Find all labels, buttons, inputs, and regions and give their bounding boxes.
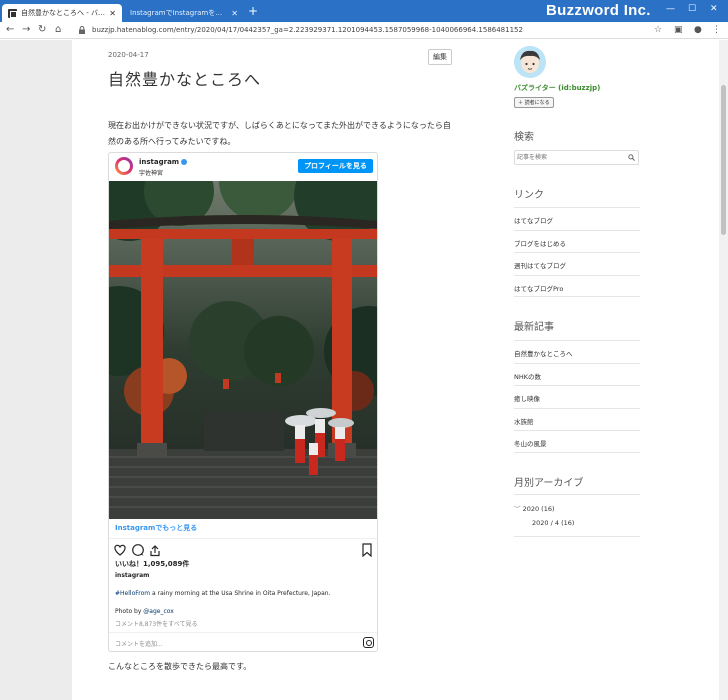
- extension-icon[interactable]: ▣: [674, 23, 683, 37]
- address-toolbar: ← → ↻ ⌂ buzzjp.hatenablog.com/entry/2020…: [0, 22, 728, 39]
- archive-list: ﹀ 2020 (16) 2020 / 4 (16): [514, 494, 640, 537]
- chevron-down-icon[interactable]: ﹀: [514, 505, 521, 513]
- scrollbar-thumb[interactable]: [721, 85, 726, 235]
- post-outro: こんなところを散歩できたら最高です。: [108, 662, 252, 671]
- page-background: 2020-04-17 編集 自然豊かなところへ 現在お出かけができない状況ですが…: [0, 40, 728, 700]
- recent-post-item[interactable]: NHKの数: [514, 362, 640, 386]
- home-icon[interactable]: ⌂: [55, 23, 61, 37]
- post-title[interactable]: 自然豊かなところへ: [108, 66, 261, 90]
- links-list: はてなブログ ブログをはじめる 週刊はてなブログ はてなブログPro: [514, 207, 640, 297]
- recent-post-item[interactable]: 水族館: [514, 407, 640, 431]
- hashtag-link[interactable]: #HelloFrom: [115, 590, 150, 597]
- verified-badge-icon: [181, 159, 188, 165]
- author-name[interactable]: バズライター (id:buzzjp): [514, 83, 600, 93]
- search-heading: 検索: [514, 132, 534, 143]
- instagram-avatar[interactable]: [115, 157, 133, 175]
- like-heart-icon[interactable]: [114, 544, 126, 556]
- post-intro: 現在お出かけができない状況ですが、しばらくあとになってまた外出ができるようになっ…: [108, 121, 451, 146]
- author-avatar[interactable]: [514, 46, 546, 78]
- recent-posts-list: 自然豊かなところへ NHKの数 癒し映像 水族館 冬山の風景: [514, 340, 640, 453]
- photographer-link[interactable]: @age_cox: [143, 608, 174, 615]
- instagram-logo-icon[interactable]: [363, 637, 374, 648]
- archive-heading: 月別アーカイブ: [514, 478, 584, 489]
- instagram-caption: #HelloFrom a rainy morning at the Usa Sh…: [115, 590, 330, 597]
- archive-year-label: 2020 (16): [522, 505, 555, 513]
- forward-icon[interactable]: →: [22, 23, 30, 37]
- instagram-account-name[interactable]: instagram: [139, 158, 188, 166]
- photo-credit-label: Photo by: [115, 608, 144, 615]
- link-item[interactable]: はてなブログ: [514, 207, 640, 230]
- bookmark-star-icon[interactable]: ☆: [654, 23, 662, 37]
- tab-title: 自然豊かなところへ - バズお出かけ: [21, 9, 106, 17]
- sidebar: バズライター (id:buzzjp) ＋ 読者になる 検索 リンク はてなブログ…: [492, 40, 720, 700]
- minimize-icon[interactable]: —: [666, 4, 675, 14]
- divider: [109, 538, 377, 539]
- search-box: [514, 150, 639, 165]
- search-icon[interactable]: [628, 154, 635, 161]
- instagram-header: instagram 宇佐神宮 プロフィールを見る: [109, 153, 377, 181]
- action-icons-group: [114, 544, 160, 557]
- torii-gate-image: [109, 181, 377, 519]
- lock-icon: [79, 26, 85, 34]
- brand-label: Buzzword Inc.: [546, 2, 651, 19]
- reload-icon[interactable]: ↻: [38, 23, 46, 37]
- view-all-comments-link[interactable]: コメント8,873件をすべて見る: [115, 619, 198, 628]
- recent-post-item[interactable]: 冬山の風景: [514, 430, 640, 453]
- title-bar: 自然豊かなところへ - バズお出かけ ✕ InstagramでInstagram…: [0, 0, 728, 22]
- recent-heading: 最新記事: [514, 322, 554, 333]
- menu-icon[interactable]: ⋮: [712, 23, 721, 37]
- close-tab-icon[interactable]: ✕: [231, 9, 238, 18]
- scrollbar[interactable]: [719, 40, 728, 700]
- article-column: 2020-04-17 編集 自然豊かなところへ 現在お出かけができない状況ですが…: [72, 40, 492, 700]
- link-item[interactable]: 週刊はてなブログ: [514, 252, 640, 275]
- hatena-favicon-icon: [8, 8, 17, 18]
- photo-credit: Photo by @age_cox: [115, 608, 174, 615]
- subscribe-label: 読者になる: [524, 100, 550, 106]
- recent-post-item[interactable]: 自然豊かなところへ: [514, 340, 640, 363]
- save-bookmark-icon[interactable]: [361, 542, 373, 561]
- subscribe-button[interactable]: ＋ 読者になる: [514, 97, 554, 108]
- comment-bubble-icon[interactable]: [132, 544, 144, 556]
- link-item[interactable]: ブログをはじめる: [514, 229, 640, 253]
- maximize-icon[interactable]: ☐: [688, 4, 696, 14]
- post-date[interactable]: 2020-04-17: [108, 51, 149, 59]
- tab-title: InstagramでInstagramを利用して...: [130, 9, 228, 17]
- address-bar[interactable]: buzzjp.hatenablog.com/entry/2020/04/17/0…: [76, 23, 666, 37]
- search-input[interactable]: [517, 152, 623, 163]
- instagram-embed: instagram 宇佐神宮 プロフィールを見る Instagramでもっと見る…: [108, 152, 378, 652]
- view-profile-button[interactable]: プロフィールを見る: [298, 159, 373, 173]
- caption-text: a rainy morning at the Usa Shrine in Oit…: [150, 590, 331, 597]
- instagram-username[interactable]: instagram: [115, 572, 149, 579]
- url-text: buzzjp.hatenablog.com/entry/2020/04/17/0…: [92, 26, 523, 34]
- tab-inactive[interactable]: InstagramでInstagramを利用して... ✕: [124, 4, 244, 22]
- new-tab-icon[interactable]: +: [248, 4, 258, 18]
- tab-active[interactable]: 自然豊かなところへ - バズお出かけ ✕: [2, 4, 122, 22]
- back-icon[interactable]: ←: [6, 23, 14, 37]
- archive-year[interactable]: ﹀ 2020 (16): [514, 503, 555, 513]
- link-item[interactable]: はてなブログPro: [514, 274, 640, 297]
- divider: [109, 632, 377, 633]
- window-close-icon[interactable]: ✕: [710, 4, 718, 14]
- instagram-account-text: instagram: [139, 158, 180, 166]
- instagram-actions: [113, 542, 173, 557]
- profile-icon[interactable]: ●: [694, 23, 702, 37]
- like-count[interactable]: いいね！1,095,089件: [115, 559, 189, 569]
- close-tab-icon[interactable]: ✕: [109, 9, 116, 18]
- archive-month[interactable]: 2020 / 4 (16): [532, 519, 574, 527]
- links-heading: リンク: [514, 190, 544, 201]
- recent-post-item[interactable]: 癒し映像: [514, 385, 640, 408]
- add-comment-field[interactable]: コメントを追加...: [115, 639, 163, 648]
- share-icon[interactable]: [150, 545, 160, 557]
- shrine-photo[interactable]: [109, 181, 377, 519]
- edit-button[interactable]: 編集: [428, 49, 452, 65]
- view-more-on-instagram-link[interactable]: Instagramでもっと見る: [115, 523, 197, 533]
- instagram-location[interactable]: 宇佐神宮: [139, 168, 163, 177]
